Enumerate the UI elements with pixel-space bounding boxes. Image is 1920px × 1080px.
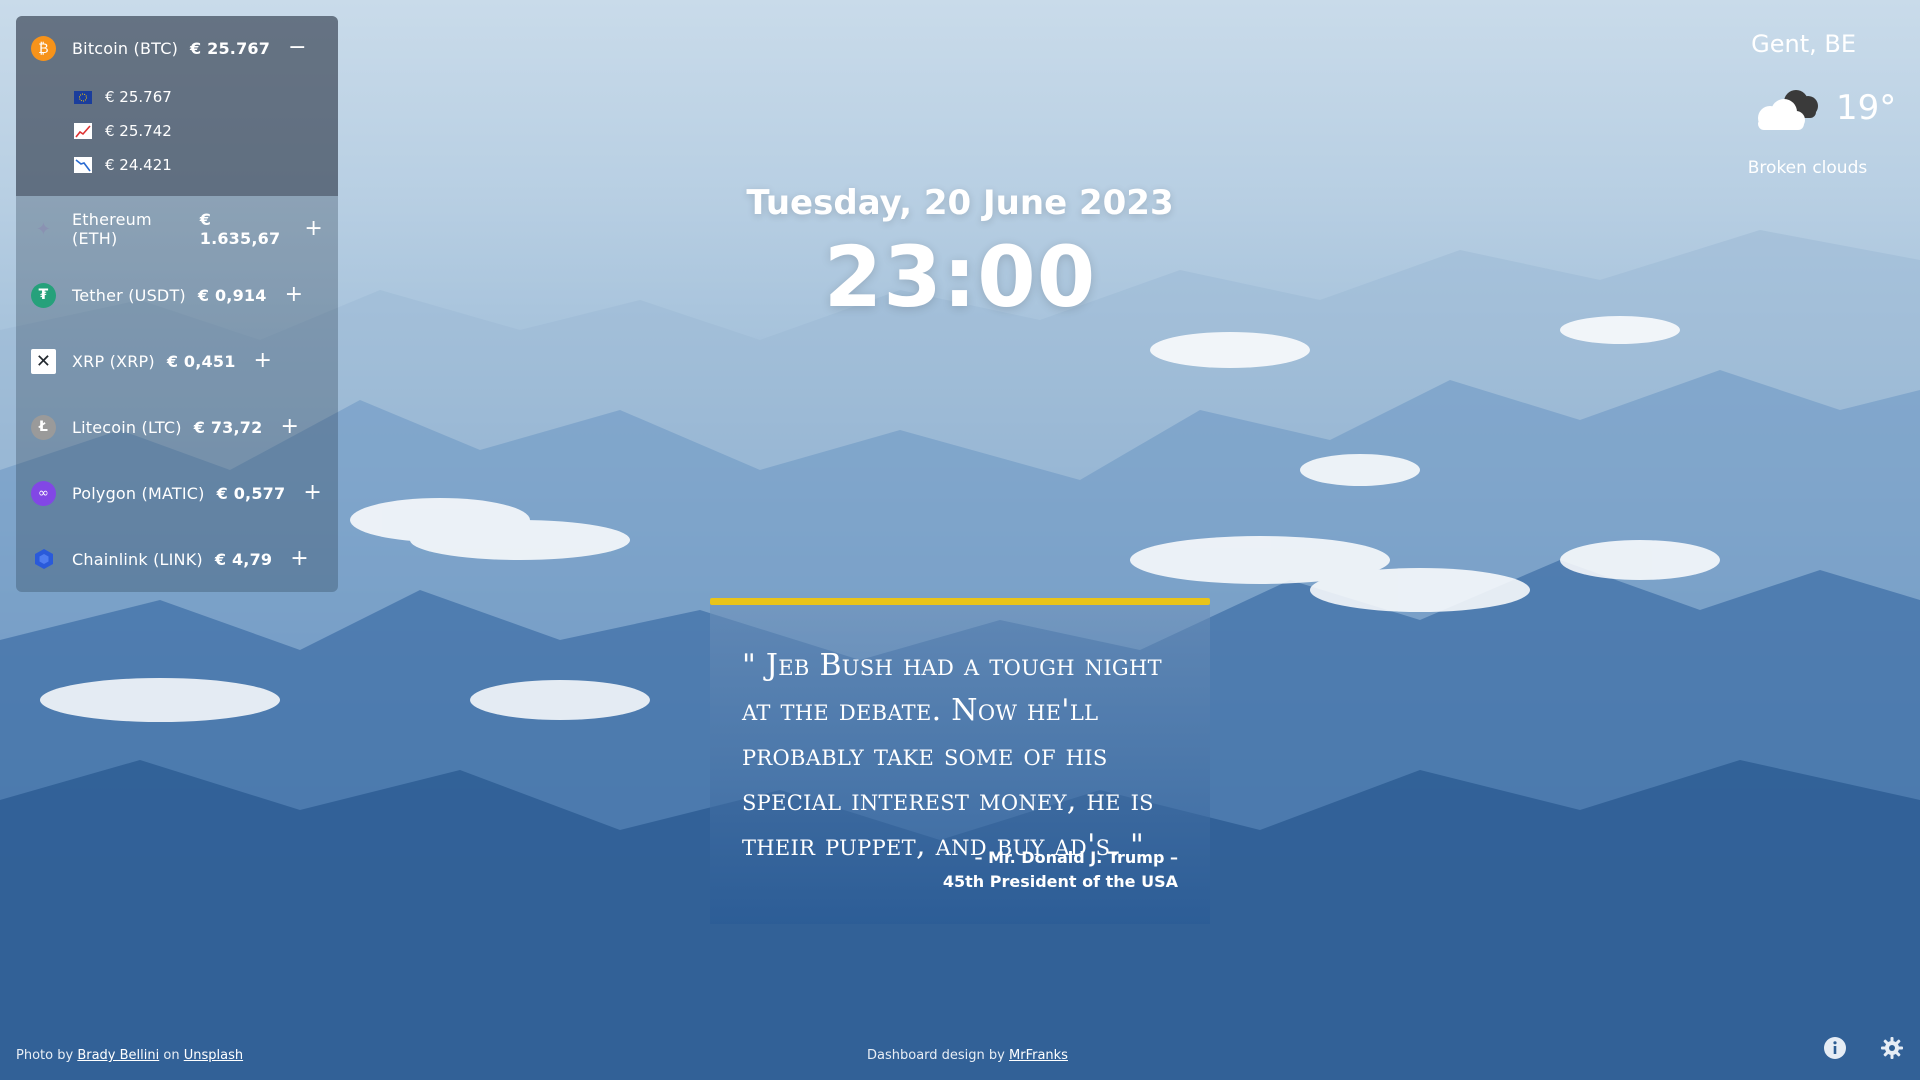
coin-detail-current: € 25.767 bbox=[16, 80, 338, 114]
coin-price: € 25.767 bbox=[190, 38, 271, 58]
quote-card: " Jeb Bush had a tough night at the deba… bbox=[710, 598, 1210, 924]
quote-accent-bar bbox=[710, 598, 1210, 605]
chainlink-icon bbox=[31, 547, 56, 572]
coin-price: € 0,451 bbox=[166, 351, 236, 371]
coin-row-xrp[interactable]: ✕ XRP (XRP) € 0,451 + bbox=[16, 328, 338, 394]
coin-detail-high: € 25.742 bbox=[16, 114, 338, 148]
coin-name: Polygon (MATIC) bbox=[72, 483, 205, 503]
quote-text: " Jeb Bush had a tough night at the deba… bbox=[742, 648, 1162, 863]
date-display: Tuesday, 20 June 2023 bbox=[746, 183, 1174, 223]
expand-button[interactable]: + bbox=[290, 548, 309, 570]
info-icon[interactable] bbox=[1823, 1036, 1847, 1060]
coin-price: € 0,577 bbox=[216, 483, 286, 503]
crypto-expanded-section: ₿ Bitcoin (BTC) € 25.767 − € 25.767 € 25… bbox=[16, 16, 338, 196]
cloud-icon bbox=[1748, 84, 1822, 138]
photo-credit: Photo by Brady Bellini on Unsplash bbox=[16, 1048, 243, 1063]
coin-price: € 4,79 bbox=[214, 549, 273, 569]
chart-up-icon bbox=[74, 123, 92, 139]
coin-name: Bitcoin (BTC) bbox=[72, 38, 179, 58]
chart-down-icon bbox=[74, 157, 92, 173]
expand-button[interactable]: + bbox=[280, 416, 299, 438]
gear-icon[interactable] bbox=[1880, 1036, 1904, 1060]
photographer-link[interactable]: Brady Bellini bbox=[77, 1048, 159, 1063]
quote-author-title: 45th President of the USA bbox=[942, 872, 1178, 891]
weather-temperature: 19° bbox=[1836, 88, 1897, 128]
litecoin-icon: Ł bbox=[31, 414, 56, 440]
weather-city: Gent, BE bbox=[1751, 30, 1856, 58]
xrp-icon: ✕ bbox=[31, 348, 56, 374]
coin-detail-value: € 25.767 bbox=[105, 88, 172, 106]
coin-row-bitcoin[interactable]: ₿ Bitcoin (BTC) € 25.767 − bbox=[16, 16, 338, 80]
eu-flag-icon bbox=[74, 89, 92, 105]
expand-button[interactable]: + bbox=[303, 482, 322, 504]
expand-button[interactable]: + bbox=[254, 350, 273, 372]
photo-credit-on: on bbox=[163, 1048, 180, 1063]
bitcoin-icon: ₿ bbox=[31, 35, 56, 61]
designer-link[interactable]: MrFranks bbox=[1009, 1048, 1068, 1063]
design-credit-prefix: Dashboard design by bbox=[867, 1048, 1005, 1063]
coin-price: € 73,72 bbox=[193, 417, 263, 437]
collapse-button[interactable]: − bbox=[288, 37, 307, 59]
photo-credit-prefix: Photo by bbox=[16, 1048, 74, 1063]
quote-author-name: – Mr. Donald J. Trump – bbox=[974, 848, 1178, 867]
coin-detail-low: € 24.421 bbox=[16, 148, 338, 182]
coin-detail-value: € 25.742 bbox=[105, 122, 172, 140]
design-credit: Dashboard design by MrFranks bbox=[867, 1048, 1068, 1063]
unsplash-link[interactable]: Unsplash bbox=[184, 1048, 243, 1063]
coin-name: Chainlink (LINK) bbox=[72, 549, 203, 569]
weather-description: Broken clouds bbox=[1747, 158, 1868, 178]
coin-name: XRP (XRP) bbox=[72, 351, 155, 371]
coin-row-polygon[interactable]: ∞ Polygon (MATIC) € 0,577 + bbox=[16, 460, 338, 526]
polygon-icon: ∞ bbox=[31, 480, 56, 506]
coin-name: Litecoin (LTC) bbox=[72, 417, 182, 437]
coin-detail-value: € 24.421 bbox=[105, 156, 172, 174]
time-display: 23:00 bbox=[823, 228, 1097, 326]
coin-row-litecoin[interactable]: Ł Litecoin (LTC) € 73,72 + bbox=[16, 394, 338, 460]
quote-author: – Mr. Donald J. Trump – 45th President o… bbox=[943, 846, 1178, 894]
coin-row-chainlink[interactable]: Chainlink (LINK) € 4,79 + bbox=[16, 526, 338, 592]
